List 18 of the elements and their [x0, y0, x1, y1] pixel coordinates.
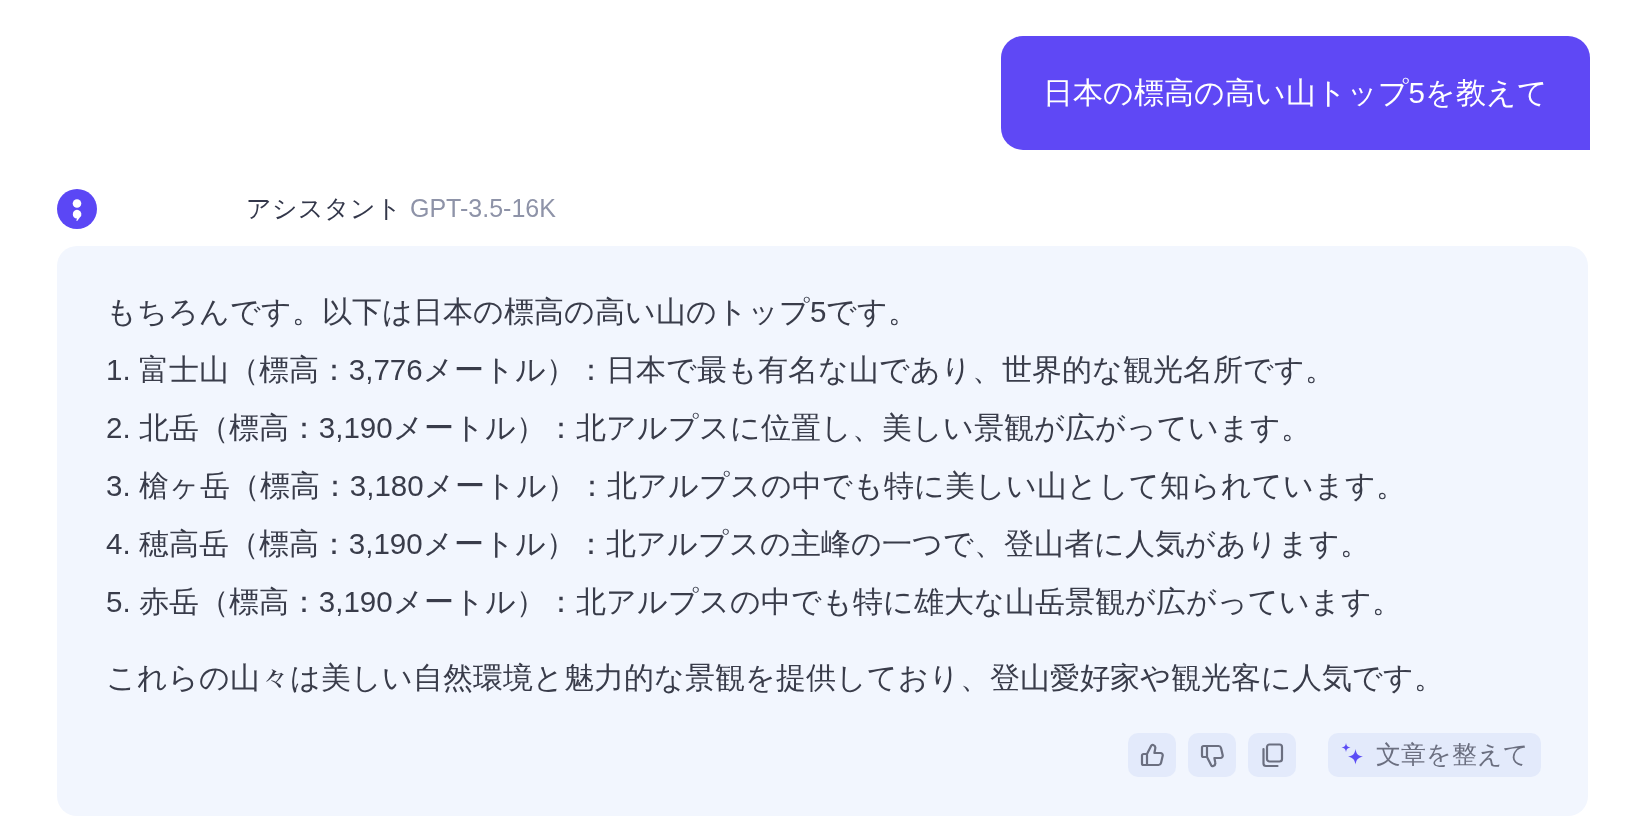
copy-icon	[1259, 742, 1285, 768]
copy-button[interactable]	[1248, 733, 1296, 777]
message-line: これらの山々は美しい自然環境と魅力的な景観を提供しており、登山愛好家や観光客に人気です。	[106, 660, 1444, 696]
assistant-name: アシスタント	[246, 193, 402, 225]
message-line: 1. 富士山（標高：3,776メートル）：日本で最も有名な山であり、世界的な観光名所です。	[106, 352, 1335, 388]
thumbs-down-icon	[1199, 742, 1225, 768]
message-line: 3. 槍ヶ岳（標高：3,180メートル）：北アルプスの中でも特に美しい山として知られています。	[106, 468, 1406, 504]
message-line: もちろんです。以下は日本の標高の高い山のトップ5です。	[106, 294, 919, 330]
user-message-bubble: 日本の標高の高い山トップ5を教えて	[1000, 36, 1590, 150]
message-line: 4. 穂高岳（標高：3,190メートル）：北アルプスの主峰の一つで、登山者に人気があります。	[106, 526, 1370, 562]
message-line: 2. 北岳（標高：3,190メートル）：北アルプスに位置し、美しい景観が広がっています。	[106, 410, 1311, 446]
model-name: GPT-3.5-16K	[410, 193, 556, 225]
thumbs-up-icon	[1139, 742, 1165, 768]
message-line: 5. 赤岳（標高：3,190メートル）：北アルプスの中でも特に雄大な山岳景観が広がっています。	[106, 584, 1402, 620]
assistant-avatar-icon	[57, 189, 97, 229]
like-button[interactable]	[1128, 733, 1176, 777]
dislike-button[interactable]	[1188, 733, 1236, 777]
polish-text-button[interactable]: 文章を整えて	[1328, 733, 1541, 777]
